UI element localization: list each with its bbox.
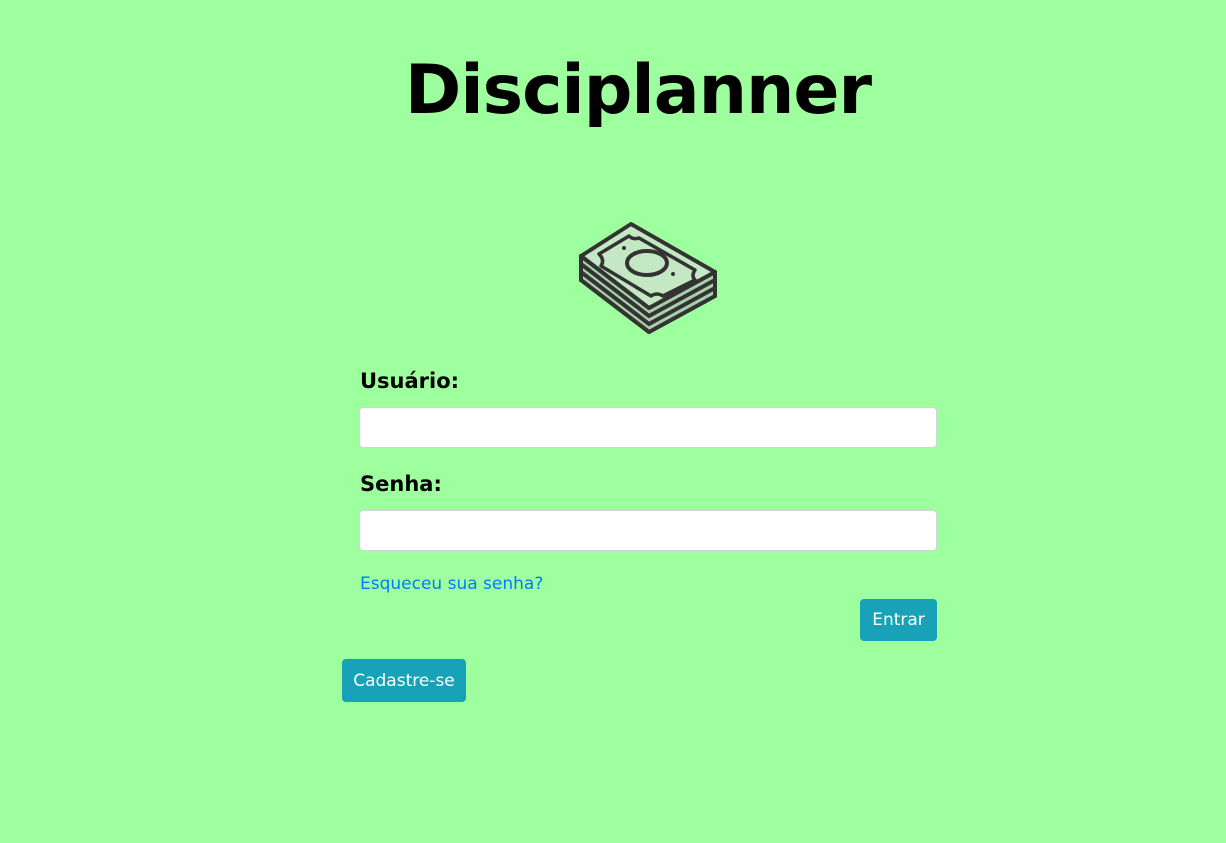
password-label: Senha: bbox=[360, 472, 442, 496]
forgot-password-link[interactable]: Esqueceu sua senha? bbox=[360, 574, 543, 594]
login-page: Disciplanner Usuário: Senha: Esqueceu su… bbox=[0, 0, 1226, 843]
username-input[interactable] bbox=[359, 407, 937, 448]
username-label: Usuário: bbox=[360, 369, 460, 393]
password-input[interactable] bbox=[359, 510, 937, 551]
login-button[interactable]: Entrar bbox=[860, 599, 937, 641]
app-title: Disciplanner bbox=[404, 51, 872, 130]
money-stack-icon bbox=[579, 222, 717, 334]
register-button[interactable]: Cadastre-se bbox=[342, 659, 466, 702]
